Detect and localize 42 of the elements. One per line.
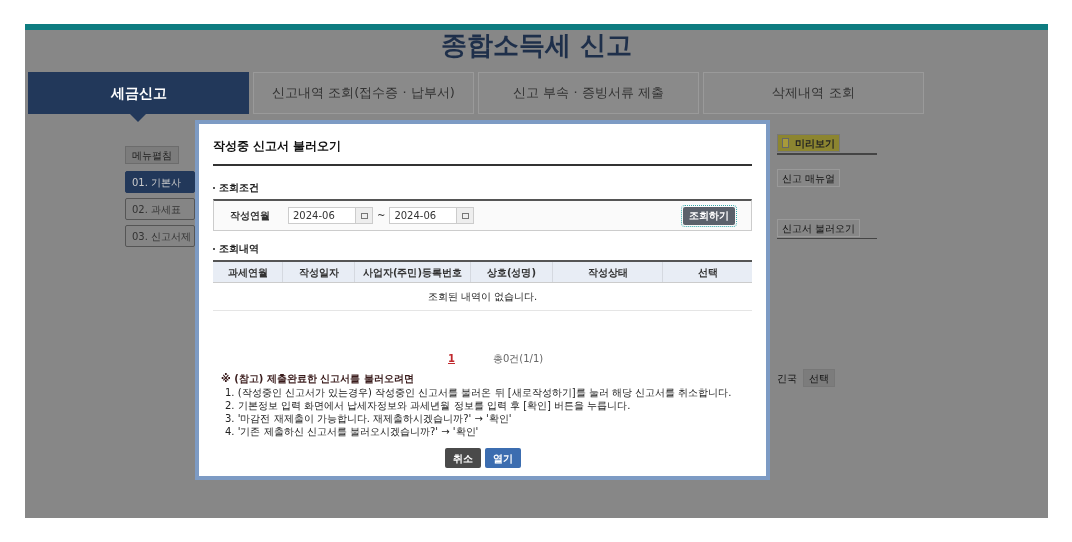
search-button[interactable]: 조회하기 <box>683 206 735 225</box>
total-count: 총0건(1/1) <box>492 351 544 366</box>
section-heading: 조회조건 <box>219 181 259 195</box>
note-item: 4. '기존 제출하신 신고서를 불러오시겠습니까?' → '확인' <box>224 425 480 438</box>
tab[interactable]: 신고내역 조회(접수증 · 납부서) <box>253 72 474 114</box>
note-heading: ※ (참고) 제출완료한 신고서를 불러오려면 <box>220 372 415 386</box>
cancel-button[interactable]: 취소 <box>444 448 481 468</box>
column-header: 작성일자 <box>283 262 355 282</box>
select-button[interactable]: 선택 <box>803 369 835 387</box>
manual-button[interactable]: 신고 매뉴얼 <box>777 169 841 187</box>
load-button[interactable]: 신고서 불러오기 <box>777 219 861 237</box>
calendar-icon[interactable] <box>456 208 474 223</box>
date-field[interactable]: 2024-06 <box>389 207 475 224</box>
column-header: 사업자(주민)등록번호 <box>355 262 471 282</box>
column-header: 상호(성명) <box>471 262 553 282</box>
tab[interactable]: 신고 부속 · 증빙서류 제출 <box>478 72 699 114</box>
tab[interactable]: 세금신고 <box>28 72 249 114</box>
pointer-icon <box>130 114 146 122</box>
column-header: 작성상태 <box>553 262 663 282</box>
note-item: 1. (작성중인 신고서가 있는경우) 작성중인 신고서를 불러온 뒤 [새로작성하기]를 눌러 해당 신고서를 취소합니다. <box>224 386 733 399</box>
field-label: 작성연월 <box>230 209 270 223</box>
document-icon <box>782 138 789 148</box>
page-title: 종합소득세 신고 <box>440 30 633 62</box>
tab[interactable]: 삭제내역 조회 <box>703 72 924 114</box>
column-header: 선택 <box>696 265 719 280</box>
section-heading: 조회내역 <box>219 242 259 256</box>
note-item: 2. 기본정보 입력 화면에서 납세자정보와 과세년월 정보를 입력 후 [확인] 버튼을 누릅니다. <box>224 399 632 412</box>
side-menu-item[interactable]: 01. 기본사 <box>125 171 195 193</box>
page-link[interactable]: 1 <box>448 350 455 366</box>
open-button[interactable]: 열기 <box>484 448 521 468</box>
column-header: 과세연월 <box>213 262 283 282</box>
country-label: 긴국 <box>777 371 797 386</box>
date-field[interactable]: 2024-06 <box>288 207 373 224</box>
calendar-icon[interactable] <box>355 208 372 223</box>
empty-message: 조회된 내역이 없습니다. <box>427 290 538 304</box>
menu-toggle-button[interactable]: 메뉴펼침 <box>125 146 179 164</box>
dialog-title: 작성중 신고서 불러오기 <box>213 138 343 155</box>
side-menu-item[interactable]: 03. 신고서제 <box>125 225 195 247</box>
note-item: 3. '마감전 재제출이 가능합니다. 재제출하시겠습니까?' → '확인' <box>224 412 513 425</box>
preview-button[interactable]: 미리보기 <box>777 134 840 152</box>
side-menu-item[interactable]: 02. 과세표 <box>125 198 195 220</box>
range-separator: ~ <box>377 209 386 223</box>
